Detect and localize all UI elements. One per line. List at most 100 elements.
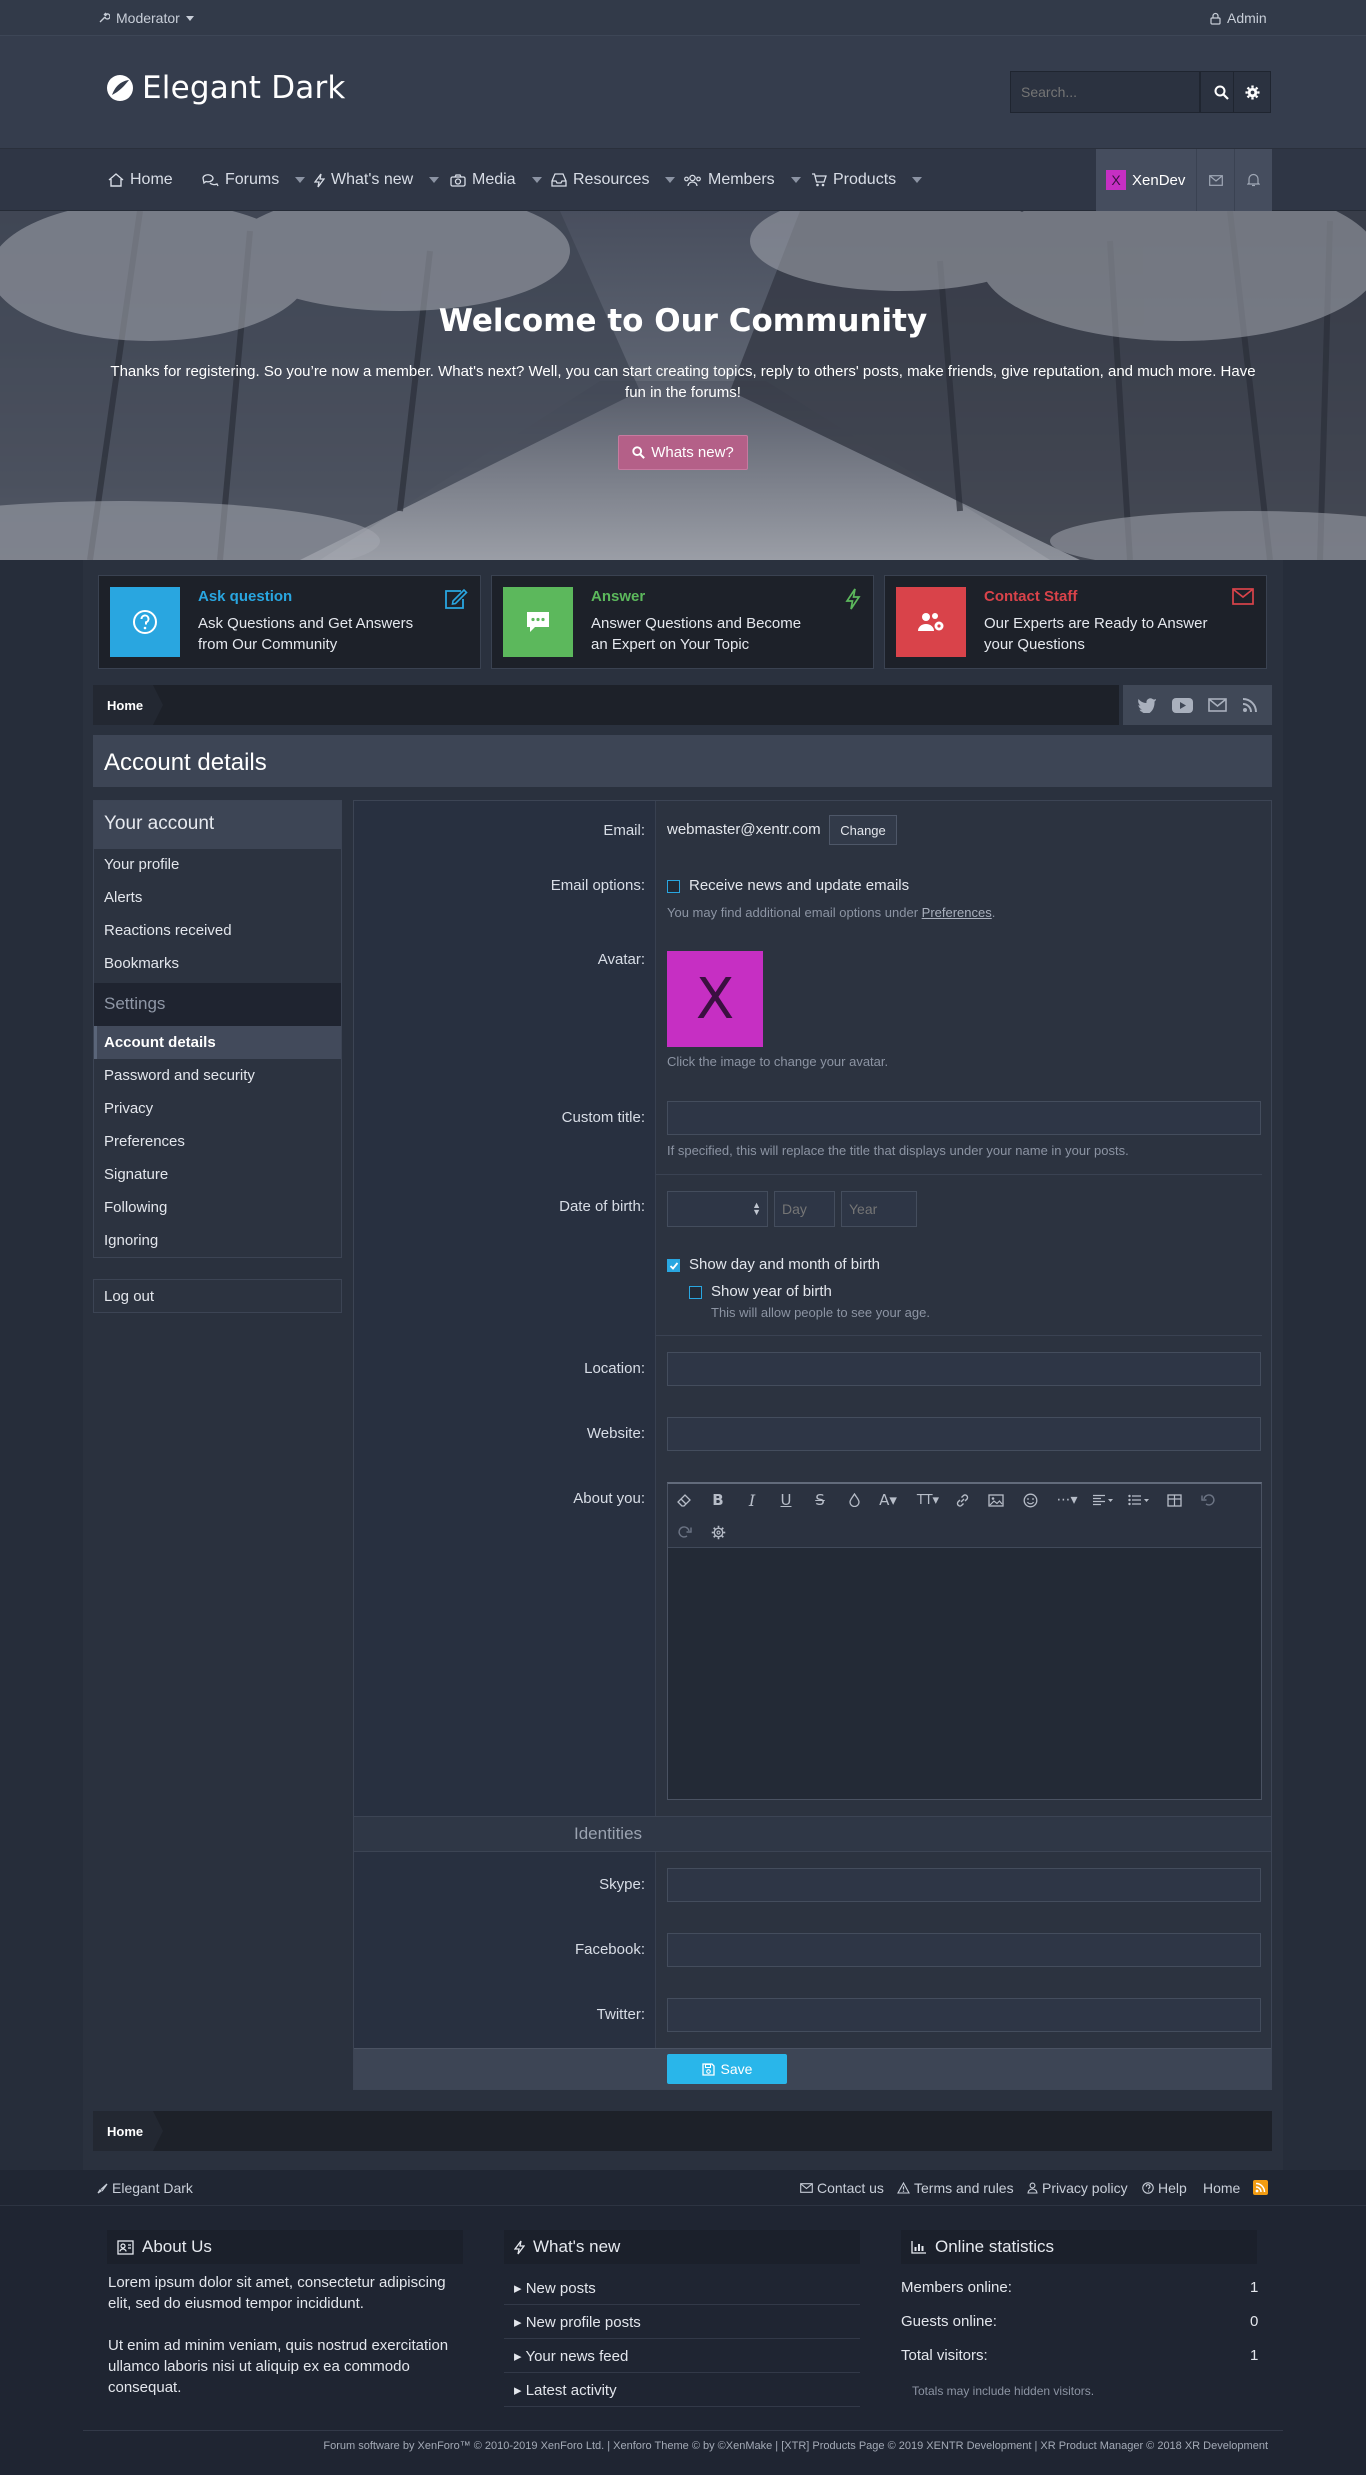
custom-title-input[interactable] (667, 1101, 1261, 1135)
breadcrumb-home[interactable]: Home (93, 685, 163, 725)
inbox-button[interactable] (1196, 149, 1234, 211)
sidebar-item-ignoring[interactable]: Ignoring (104, 1232, 158, 1249)
user-menu[interactable]: X XenDev (1096, 149, 1196, 211)
underline-icon[interactable]: U (776, 1490, 796, 1510)
inbox-icon (551, 173, 567, 187)
save-button[interactable]: Save (667, 2054, 787, 2084)
nav-forums[interactable]: Forums (202, 149, 306, 211)
rss-icon[interactable] (1242, 697, 1258, 713)
sidebar-item-signature[interactable]: Signature (104, 1166, 168, 1183)
divider (656, 1174, 1262, 1175)
month-select[interactable]: ▲ ▼ (667, 1191, 768, 1227)
sidebar-item-preferences[interactable]: Preferences (104, 1133, 185, 1150)
show-day-month-label: Show day and month of birth (689, 1256, 880, 1273)
receive-news-checkbox[interactable] (667, 880, 680, 893)
eraser-icon[interactable] (674, 1490, 694, 1510)
site-logo[interactable]: Elegant Dark (106, 70, 346, 106)
italic-icon[interactable]: I (742, 1490, 762, 1510)
twitter-icon[interactable] (1137, 697, 1157, 713)
footer-brand-label: Elegant Dark (112, 2180, 193, 2196)
website-input[interactable] (667, 1417, 1261, 1451)
footer-new-profile-posts[interactable]: ▸ New profile posts (514, 2313, 641, 2331)
user-shield-icon (1027, 2182, 1038, 2194)
twitter-input[interactable] (667, 1998, 1261, 2032)
nav-whats-new-label: What's new (331, 171, 414, 188)
footer-link-help[interactable]: Help (1142, 2180, 1187, 2196)
home-icon (108, 173, 124, 187)
feature-title: Ask question (198, 588, 293, 605)
preferences-link[interactable]: Preferences (922, 905, 992, 920)
youtube-icon[interactable] (1171, 697, 1193, 713)
change-email-button[interactable]: Change (829, 815, 897, 845)
feature-desc: Our Experts are Ready to Answer your Que… (984, 615, 1208, 653)
alerts-button[interactable] (1234, 149, 1272, 211)
year-input[interactable] (841, 1191, 917, 1227)
footer-new-posts[interactable]: ▸ New posts (514, 2279, 596, 2297)
font-size-icon[interactable]: TT▾ (914, 1490, 942, 1510)
link-icon[interactable] (952, 1490, 972, 1510)
list-icon[interactable] (1124, 1490, 1154, 1510)
location-label: Location: (584, 1360, 645, 1377)
footer-link-home[interactable]: Home (1203, 2180, 1240, 2196)
align-icon[interactable] (1088, 1490, 1118, 1510)
social-links (1123, 685, 1272, 725)
footer-latest-activity[interactable]: ▸ Latest activity (514, 2381, 617, 2399)
search-input[interactable] (1010, 71, 1200, 113)
moderator-menu[interactable]: Moderator (98, 0, 194, 36)
dob-label: Date of birth: (559, 1198, 645, 1215)
table-icon[interactable] (1164, 1490, 1184, 1510)
sidebar-item-alerts[interactable]: Alerts (104, 889, 142, 906)
sidebar-heading-settings: Settings (94, 983, 341, 1026)
admin-link[interactable]: Admin (1210, 0, 1267, 36)
strikethrough-icon[interactable]: S (810, 1490, 830, 1510)
sidebar-item-your-profile[interactable]: Your profile (104, 856, 179, 873)
sidebar-item-reactions[interactable]: Reactions received (104, 922, 232, 939)
nav-products[interactable]: Products (811, 149, 923, 211)
rss-icon[interactable] (1253, 2180, 1268, 2195)
sidebar-item-bookmarks[interactable]: Bookmarks (104, 955, 179, 972)
sidebar-item-privacy[interactable]: Privacy (104, 1100, 153, 1117)
image-icon[interactable] (986, 1490, 1006, 1510)
nav-members[interactable]: Members (683, 149, 801, 211)
show-day-month-checkbox[interactable] (667, 1259, 680, 1272)
redo-icon[interactable] (674, 1522, 694, 1542)
bold-icon[interactable]: B (708, 1490, 728, 1510)
nav-media[interactable]: Media (450, 149, 542, 211)
footer-link-terms[interactable]: Terms and rules (897, 2180, 1014, 2196)
users-cog-icon (896, 587, 966, 657)
footer-brand[interactable]: Elegant Dark (97, 2180, 193, 2196)
envelope-icon[interactable] (1208, 698, 1227, 712)
feature-answer[interactable]: Answer Answer Questions and Become an Exp… (491, 575, 874, 669)
font-family-icon[interactable]: A▾ (878, 1490, 898, 1510)
feature-ask-question[interactable]: Ask question Ask Questions and Get Answer… (98, 575, 481, 669)
logout-link[interactable]: Log out (93, 1279, 342, 1313)
facebook-input[interactable] (667, 1933, 1261, 1967)
smiley-icon[interactable] (1020, 1490, 1040, 1510)
sidebar-item-password[interactable]: Password and security (104, 1067, 255, 1084)
undo-icon[interactable] (1198, 1490, 1218, 1510)
whats-new-button-label: Whats new? (651, 444, 734, 461)
breadcrumb-home[interactable]: Home (93, 2111, 163, 2151)
avatar[interactable]: X (667, 951, 763, 1047)
bolt-icon (514, 2240, 525, 2255)
sidebar-item-following[interactable]: Following (104, 1199, 167, 1216)
divider (656, 1335, 1262, 1336)
footer-link-contact[interactable]: Contact us (800, 2180, 884, 2196)
footer-news-feed[interactable]: ▸ Your news feed (514, 2347, 628, 2365)
feature-contact-staff[interactable]: Contact Staff Our Experts are Ready to An… (884, 575, 1267, 669)
show-year-checkbox[interactable] (689, 1286, 702, 1299)
nav-whats-new[interactable]: What's new (314, 149, 440, 211)
whats-new-button[interactable]: Whats new? (618, 435, 748, 470)
day-input[interactable] (774, 1191, 835, 1227)
search-settings-button[interactable] (1233, 71, 1271, 113)
sidebar-item-account-details[interactable]: Account details (104, 1034, 216, 1051)
location-input[interactable] (667, 1352, 1261, 1386)
skype-input[interactable] (667, 1868, 1261, 1902)
more-icon[interactable]: ⋯▾ (1052, 1490, 1082, 1510)
text-color-icon[interactable] (844, 1490, 864, 1510)
gear-icon[interactable] (708, 1522, 728, 1542)
nav-home[interactable]: Home (108, 149, 173, 211)
footer-link-privacy[interactable]: Privacy policy (1027, 2180, 1128, 2196)
users-icon (683, 174, 702, 187)
nav-resources[interactable]: Resources (551, 149, 676, 211)
